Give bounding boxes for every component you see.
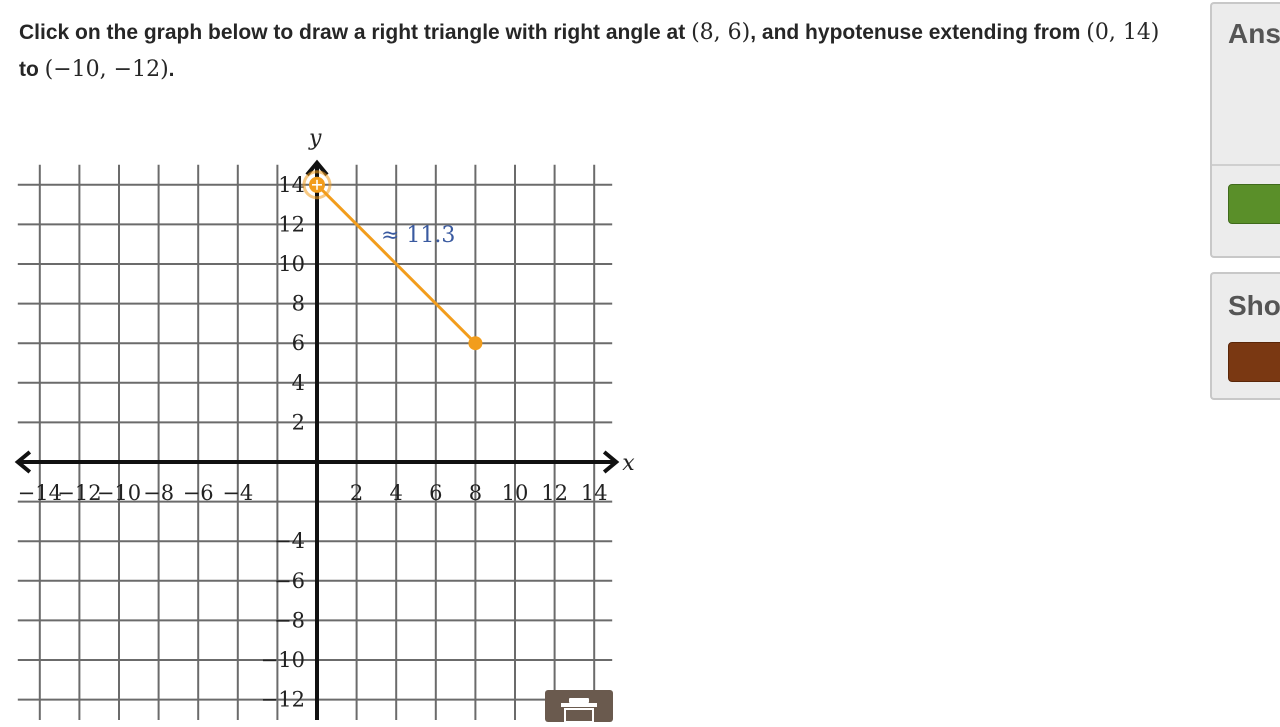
coordinate-graph[interactable]: −14−12−10 −8 −6 −4 2 4 6 8 10 12 14 1412108642−4−6… [0, 110, 680, 720]
x-tick-label: 6 [429, 481, 442, 505]
question-part-3: to [19, 58, 45, 81]
y-tick-label: 2 [292, 410, 305, 434]
hypotenuse-start-point: (0, 14) [1086, 20, 1160, 45]
hypotenuse-end-point: (−10, −12) [44, 57, 169, 82]
y-tick-label: −4 [274, 529, 305, 553]
x-tick-label: 12 [541, 481, 568, 505]
x-tick-label: 8 [469, 481, 482, 505]
x-tick-label: −10 [97, 481, 141, 505]
y-tick-label: −6 [274, 569, 305, 593]
x-tick-label: −12 [57, 481, 101, 505]
question-part-2: , and hypotenuse extending from [750, 21, 1087, 44]
y-tick-label: −8 [274, 608, 305, 632]
segment-length-label: ≈ 11.3 [381, 223, 455, 248]
answer-panel-divider [1212, 164, 1280, 166]
question-part-4: . [168, 58, 175, 81]
x-tick-label: −4 [222, 481, 253, 505]
y-tick-label: 14 [278, 173, 305, 197]
x-tick-label: 2 [350, 481, 363, 505]
x-axis-label: x [622, 451, 635, 476]
trash-icon [561, 698, 597, 723]
y-tick-label: −10 [261, 648, 305, 672]
question-part-1: Click on the graph below to draw a right… [19, 21, 692, 44]
y-tick-label: 10 [278, 252, 305, 276]
x-tick-label: 14 [581, 481, 608, 505]
segment-end-point[interactable] [468, 336, 483, 351]
y-tick-label: 8 [292, 292, 305, 316]
x-tick-label: −8 [143, 481, 174, 505]
show-hints-panel: Sho [1210, 272, 1280, 400]
show-panel-title: Sho [1228, 290, 1280, 321]
hint-button[interactable] [1228, 342, 1280, 382]
trash-button[interactable] [545, 690, 613, 723]
right-angle-point: (8, 6) [691, 20, 751, 45]
axes [14, 159, 620, 720]
y-tick-label: 4 [292, 371, 305, 395]
x-tick-label: −14 [18, 481, 62, 505]
check-answer-button[interactable] [1228, 184, 1280, 224]
y-tick-label: −12 [261, 688, 305, 712]
x-tick-label: 10 [502, 481, 529, 505]
x-tick-label: −6 [183, 481, 214, 505]
y-tick-label: 12 [278, 212, 305, 236]
y-axis-label: y [308, 126, 322, 151]
y-tick-labels: 14 12 10 8 6 4 2 −4 −6 −8 −10 −12 [261, 173, 305, 712]
answer-panel: Ans [1210, 2, 1280, 258]
answer-panel-title: Ans [1228, 18, 1280, 49]
question-text: Click on the graph below to draw a right… [19, 14, 1169, 88]
x-tick-label: 4 [390, 481, 403, 505]
y-tick-label: 6 [292, 331, 305, 355]
